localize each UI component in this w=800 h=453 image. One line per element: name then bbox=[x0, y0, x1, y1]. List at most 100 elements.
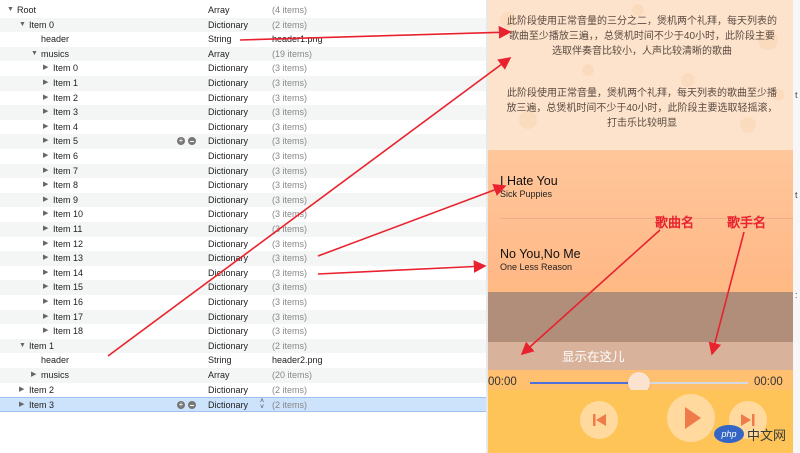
remove-row-icon[interactable] bbox=[188, 401, 196, 410]
disclosure-closed-icon[interactable]: ▶ bbox=[43, 91, 48, 106]
plist-type[interactable]: Dictionary bbox=[208, 295, 248, 310]
plist-value[interactable]: (3 items) bbox=[272, 324, 307, 339]
plist-key[interactable]: Item 5 bbox=[53, 134, 78, 149]
plist-key[interactable]: musics bbox=[41, 47, 69, 62]
song-row[interactable]: No You,No Me One Less Reason bbox=[500, 247, 581, 272]
disclosure-closed-icon[interactable]: ▶ bbox=[43, 324, 48, 339]
plist-row[interactable]: ▶ Item 2 Dictionary (2 items) bbox=[0, 383, 486, 398]
plist-row[interactable]: ▶ Item 7 Dictionary (3 items) bbox=[0, 163, 486, 179]
plist-key[interactable]: header bbox=[41, 32, 69, 47]
plist-row[interactable]: ▼ Item 1 Dictionary (2 items) bbox=[0, 338, 486, 354]
plist-row[interactable]: ▶ Item 17 Dictionary (3 items) bbox=[0, 309, 486, 325]
plist-value[interactable]: (2 items) bbox=[272, 18, 307, 33]
plist-key[interactable]: Item 6 bbox=[53, 149, 78, 164]
plist-row[interactable]: ▶ Item 3 + Dictionary ˄ ˅ (2 items) bbox=[0, 397, 486, 412]
plist-key[interactable]: Item 0 bbox=[29, 18, 54, 33]
disclosure-closed-icon[interactable]: ▶ bbox=[43, 280, 48, 295]
disclosure-closed-icon[interactable]: ▶ bbox=[31, 368, 36, 383]
disclosure-closed-icon[interactable]: ▶ bbox=[43, 120, 48, 135]
plist-value[interactable]: header2.png bbox=[272, 353, 323, 368]
plist-value[interactable]: (3 items) bbox=[272, 91, 307, 106]
plist-value[interactable]: (3 items) bbox=[272, 105, 307, 120]
plist-value[interactable]: (3 items) bbox=[272, 266, 307, 281]
plist-type[interactable]: Dictionary bbox=[208, 207, 248, 222]
disclosure-closed-icon[interactable]: ▶ bbox=[43, 149, 48, 164]
plist-type[interactable]: Dictionary bbox=[208, 237, 248, 252]
plist-key[interactable]: Item 13 bbox=[53, 251, 83, 266]
plist-type[interactable]: Dictionary bbox=[208, 120, 248, 135]
plist-row[interactable]: ▶ Item 2 Dictionary (3 items) bbox=[0, 91, 486, 106]
plist-row[interactable]: ▶ Item 18 Dictionary (3 items) bbox=[0, 324, 486, 339]
plist-type[interactable]: Dictionary bbox=[208, 251, 248, 266]
plist-type[interactable]: String bbox=[208, 32, 232, 47]
plist-type[interactable]: String bbox=[208, 353, 232, 368]
plist-row[interactable]: ▼ Root Array (4 items) bbox=[0, 3, 486, 18]
plist-type[interactable]: Dictionary bbox=[208, 383, 248, 398]
plist-value[interactable]: (3 items) bbox=[272, 295, 307, 310]
plist-value[interactable]: (3 items) bbox=[272, 251, 307, 266]
disclosure-closed-icon[interactable]: ▶ bbox=[43, 207, 48, 222]
plist-value[interactable]: (19 items) bbox=[272, 47, 312, 62]
plist-key[interactable]: Item 15 bbox=[53, 280, 83, 295]
plist-type[interactable]: Dictionary bbox=[208, 149, 248, 164]
plist-value[interactable]: (3 items) bbox=[272, 207, 307, 222]
disclosure-closed-icon[interactable]: ▶ bbox=[43, 178, 48, 193]
plist-key[interactable]: Item 8 bbox=[53, 178, 78, 193]
plist-value[interactable]: (3 items) bbox=[272, 149, 307, 164]
plist-key[interactable]: Item 1 bbox=[29, 339, 54, 354]
plist-row[interactable]: ▶ Item 0 Dictionary (3 items) bbox=[0, 61, 486, 76]
disclosure-closed-icon[interactable]: ▶ bbox=[43, 237, 48, 252]
plist-value[interactable]: (3 items) bbox=[272, 193, 307, 208]
disclosure-closed-icon[interactable]: ▶ bbox=[43, 251, 48, 266]
plist-value[interactable]: (3 items) bbox=[272, 61, 307, 76]
plist-key[interactable]: Item 16 bbox=[53, 295, 83, 310]
remove-row-icon[interactable] bbox=[188, 137, 196, 146]
plist-value[interactable]: (3 items) bbox=[272, 76, 307, 91]
disclosure-closed-icon[interactable]: ▶ bbox=[19, 383, 24, 398]
disclosure-closed-icon[interactable]: ▶ bbox=[43, 105, 48, 120]
plist-type[interactable]: Dictionary bbox=[208, 18, 248, 33]
plist-type[interactable]: Dictionary bbox=[208, 193, 248, 208]
plist-key[interactable]: Item 7 bbox=[53, 164, 78, 179]
plist-row[interactable]: ▶ Item 11 Dictionary (3 items) bbox=[0, 222, 486, 237]
plist-key[interactable]: Item 3 bbox=[29, 398, 54, 413]
disclosure-open-icon[interactable]: ▼ bbox=[19, 339, 26, 354]
plist-row[interactable]: ▶ Item 4 Dictionary (3 items) bbox=[0, 120, 486, 135]
plist-type[interactable]: Dictionary bbox=[208, 91, 248, 106]
plist-type[interactable]: Dictionary bbox=[208, 310, 248, 325]
plist-key[interactable]: Item 1 bbox=[53, 76, 78, 91]
plist-type[interactable]: Dictionary bbox=[208, 76, 248, 91]
plist-type[interactable]: Dictionary bbox=[208, 61, 248, 76]
plist-row[interactable]: ▶ Item 8 Dictionary (3 items) bbox=[0, 178, 486, 193]
disclosure-closed-icon[interactable]: ▶ bbox=[43, 164, 48, 179]
plist-value[interactable]: (3 items) bbox=[272, 120, 307, 135]
plist-type[interactable]: Array bbox=[208, 3, 230, 18]
previous-button[interactable] bbox=[580, 401, 618, 439]
disclosure-closed-icon[interactable]: ▶ bbox=[43, 310, 48, 325]
disclosure-open-icon[interactable]: ▼ bbox=[19, 18, 26, 33]
disclosure-closed-icon[interactable]: ▶ bbox=[43, 134, 48, 149]
plist-type[interactable]: Dictionary bbox=[208, 339, 248, 354]
plist-type[interactable]: Dictionary bbox=[208, 178, 248, 193]
plist-type[interactable]: Dictionary bbox=[208, 222, 248, 237]
play-button[interactable] bbox=[667, 394, 715, 442]
plist-key[interactable]: Item 17 bbox=[53, 310, 83, 325]
plist-row[interactable]: ▼ Item 0 Dictionary (2 items) bbox=[0, 17, 486, 33]
plist-row[interactable]: ▶ Item 12 Dictionary (3 items) bbox=[0, 237, 486, 252]
plist-value[interactable]: (20 items) bbox=[272, 368, 312, 383]
type-stepper-icon[interactable]: ˄ ˅ bbox=[260, 398, 264, 411]
plist-value[interactable]: (3 items) bbox=[272, 164, 307, 179]
song-row[interactable]: I Hate You Sick Puppies bbox=[500, 174, 558, 199]
plist-value[interactable]: (3 items) bbox=[272, 178, 307, 193]
add-row-icon[interactable]: + bbox=[177, 137, 185, 146]
plist-type[interactable]: Dictionary bbox=[208, 324, 248, 339]
plist-type[interactable]: Dictionary bbox=[208, 105, 248, 120]
disclosure-closed-icon[interactable]: ▶ bbox=[43, 222, 48, 237]
disclosure-closed-icon[interactable]: ▶ bbox=[19, 398, 24, 413]
plist-type[interactable]: Array bbox=[208, 47, 230, 62]
plist-key[interactable]: Item 11 bbox=[53, 222, 82, 237]
plist-row[interactable]: ▶ Item 1 Dictionary (3 items) bbox=[0, 76, 486, 91]
plist-row[interactable]: ▶ Item 6 Dictionary (3 items) bbox=[0, 149, 486, 164]
plist-value[interactable]: (3 items) bbox=[272, 222, 307, 237]
plist-row[interactable]: ▶ Item 9 Dictionary (3 items) bbox=[0, 192, 486, 208]
